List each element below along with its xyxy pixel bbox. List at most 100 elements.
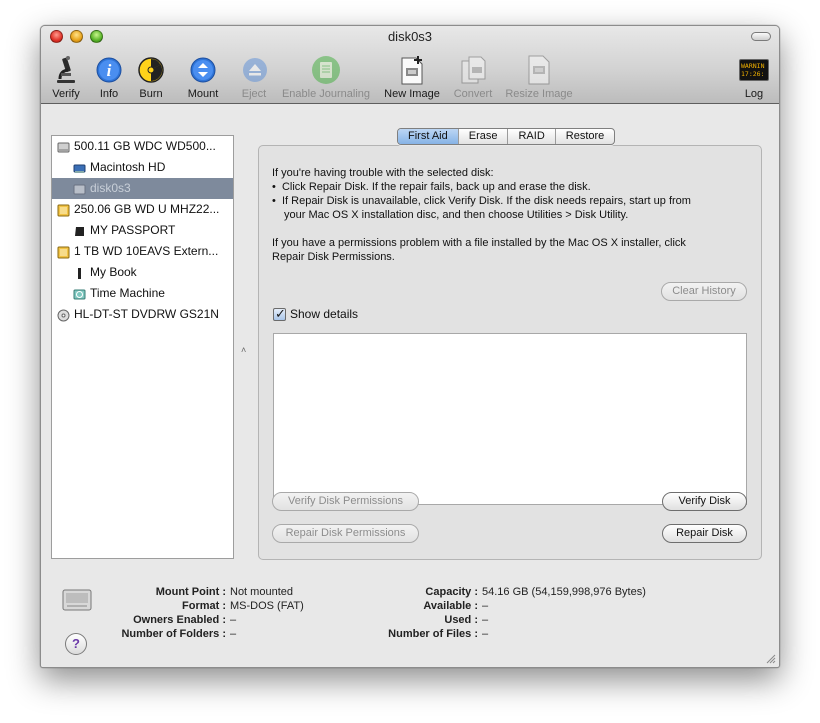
device-row[interactable]: My Book — [52, 262, 233, 283]
permissions-instructions: If you have a permissions problem with a… — [272, 236, 752, 264]
bullet-2-text-line2: your Mac OS X installation disc, and the… — [284, 209, 629, 221]
toolbar-toggle-button[interactable] — [751, 32, 771, 41]
device-row[interactable]: 1 TB WD 10EAVS Extern... — [52, 241, 233, 262]
time-machine-icon — [73, 287, 86, 300]
verify-button[interactable]: Verify — [49, 54, 83, 100]
device-row[interactable]: disk0s3 — [52, 178, 233, 199]
show-details-checkbox[interactable]: Show details — [273, 306, 359, 322]
device-row[interactable]: Macintosh HD — [52, 157, 233, 178]
eject-button[interactable]: Eject — [239, 54, 269, 100]
mount-point-label: Mount Point : — [155, 586, 226, 598]
volume-icon — [73, 161, 86, 174]
perm-text-line1: If you have a permissions problem with a… — [272, 237, 686, 249]
info-left-column: Mount Point : Not mounted Format : MS-DOS … — [101, 585, 304, 641]
device-label: 500.11 GB WDC WD500... — [74, 139, 216, 153]
verify-disk-button[interactable]: Verify Disk — [662, 492, 747, 511]
info-label: Info — [99, 88, 119, 100]
available-value: – — [482, 600, 489, 612]
tab-erase[interactable]: Erase — [459, 129, 509, 144]
tab-raid[interactable]: RAID — [508, 129, 556, 144]
info-right-column: Capacity : 54.16 GB (54,159,998,976 Bytes… — [351, 585, 646, 641]
available-label: Available : — [423, 600, 478, 612]
tab-bar: First Aid Erase RAID Restore — [397, 128, 616, 145]
convert-icon — [457, 54, 489, 86]
mount-point-value: Not mounted — [230, 586, 293, 598]
device-label: 250.06 GB WD U MHZ22... — [74, 202, 220, 216]
device-label: My Book — [90, 265, 137, 279]
number-of-files-label: Number of Files : — [388, 628, 478, 640]
used-label: Used : — [444, 614, 478, 626]
external-disk-icon — [57, 245, 70, 259]
capacity-label: Capacity : — [425, 586, 478, 598]
internal-disk-icon — [57, 140, 70, 153]
number-of-folders-label: Number of Folders : — [121, 628, 226, 640]
window-title: disk0s3 — [387, 29, 433, 44]
device-label: Time Machine — [90, 286, 165, 300]
tab-restore[interactable]: Restore — [556, 129, 615, 144]
bullet-1: • Click Repair Disk. If the repair fails… — [272, 181, 591, 193]
device-row[interactable]: 250.06 GB WD U MHZ22... — [52, 199, 233, 220]
device-label: Macintosh HD — [90, 160, 166, 174]
svg-text:i: i — [107, 61, 112, 80]
external-disk-icon — [57, 203, 70, 217]
journal-icon — [310, 54, 342, 86]
capacity-value: 54.16 GB (54,159,998,976 Bytes) — [482, 586, 646, 598]
intro-text: If you're having trouble with the select… — [272, 167, 494, 179]
burn-button[interactable]: Burn — [134, 54, 168, 100]
tab-first-aid[interactable]: First Aid — [398, 129, 459, 144]
owners-enabled-label: Owners Enabled : — [133, 614, 226, 626]
number-of-folders-value: – — [230, 628, 237, 640]
optical-drive-icon — [57, 308, 70, 322]
mount-arrows-icon — [187, 54, 219, 86]
convert-label: Convert — [453, 88, 493, 100]
info-icon: i — [93, 54, 125, 86]
new-image-label: New Image — [384, 88, 440, 100]
volume-icon — [73, 224, 86, 237]
mount-button[interactable]: Mount — [184, 54, 222, 100]
info-button[interactable]: i Info — [92, 54, 126, 100]
show-details-label: Show details — [290, 307, 359, 321]
used-value: – — [482, 614, 489, 626]
clear-history-button[interactable]: Clear History — [661, 282, 747, 301]
resize-image-icon — [523, 54, 555, 86]
title-toolbar: disk0s3 Verify i Info Burn Mount Eject E… — [41, 26, 779, 104]
device-label: MY PASSPORT — [90, 223, 176, 237]
enable-journaling-button[interactable]: Enable Journaling — [278, 54, 374, 100]
verify-disk-permissions-button[interactable]: Verify Disk Permissions — [272, 492, 419, 511]
resize-grip-icon[interactable] — [766, 654, 776, 664]
resize-image-label: Resize Image — [505, 88, 573, 100]
microscope-icon — [50, 54, 82, 86]
device-row[interactable]: 500.11 GB WDC WD500... — [52, 136, 233, 157]
convert-button[interactable]: Convert — [451, 54, 495, 100]
device-row[interactable]: HL-DT-ST DVDRW GS21N — [52, 304, 233, 325]
device-label: 1 TB WD 10EAVS Extern... — [74, 244, 219, 258]
mount-label: Mount — [187, 88, 219, 100]
number-of-files-value: – — [482, 628, 489, 640]
splitter-handle[interactable]: ˄ — [241, 345, 246, 355]
volume-icon — [73, 266, 86, 279]
repair-disk-button[interactable]: Repair Disk — [662, 524, 747, 543]
first-aid-instructions: If you're having trouble with the select… — [272, 166, 752, 222]
owners-enabled-value: – — [230, 614, 237, 626]
volume-icon — [73, 182, 86, 195]
eject-icon — [239, 54, 271, 86]
bullet-1-text: Click Repair Disk. If the repair fails, … — [281, 181, 591, 193]
console-log-icon: WARNIN 17:26: — [738, 54, 770, 86]
repair-disk-permissions-button[interactable]: Repair Disk Permissions — [272, 524, 419, 543]
device-row[interactable]: Time Machine — [52, 283, 233, 304]
log-button[interactable]: WARNIN 17:26: Log — [736, 54, 772, 100]
device-label: HL-DT-ST DVDRW GS21N — [74, 307, 219, 321]
perm-text-line2: Repair Disk Permissions. — [272, 251, 395, 263]
device-row[interactable]: MY PASSPORT — [52, 220, 233, 241]
bullet-2: • If Repair Disk is unavailable, click V… — [272, 195, 691, 207]
device-list[interactable]: 500.11 GB WDC WD500... Macintosh HD disk0s… — [51, 135, 234, 559]
new-image-button[interactable]: New Image — [382, 54, 442, 100]
format-value: MS-DOS (FAT) — [230, 600, 304, 612]
checkbox-checked-icon — [273, 306, 286, 322]
resize-image-button[interactable]: Resize Image — [503, 54, 575, 100]
help-button[interactable]: ? — [65, 633, 87, 655]
enable-journaling-label: Enable Journaling — [281, 88, 371, 100]
new-image-icon — [396, 54, 428, 86]
disk-utility-window: disk0s3 Verify i Info Burn Mount Eject E… — [40, 25, 780, 668]
details-log-area[interactable] — [273, 333, 747, 505]
